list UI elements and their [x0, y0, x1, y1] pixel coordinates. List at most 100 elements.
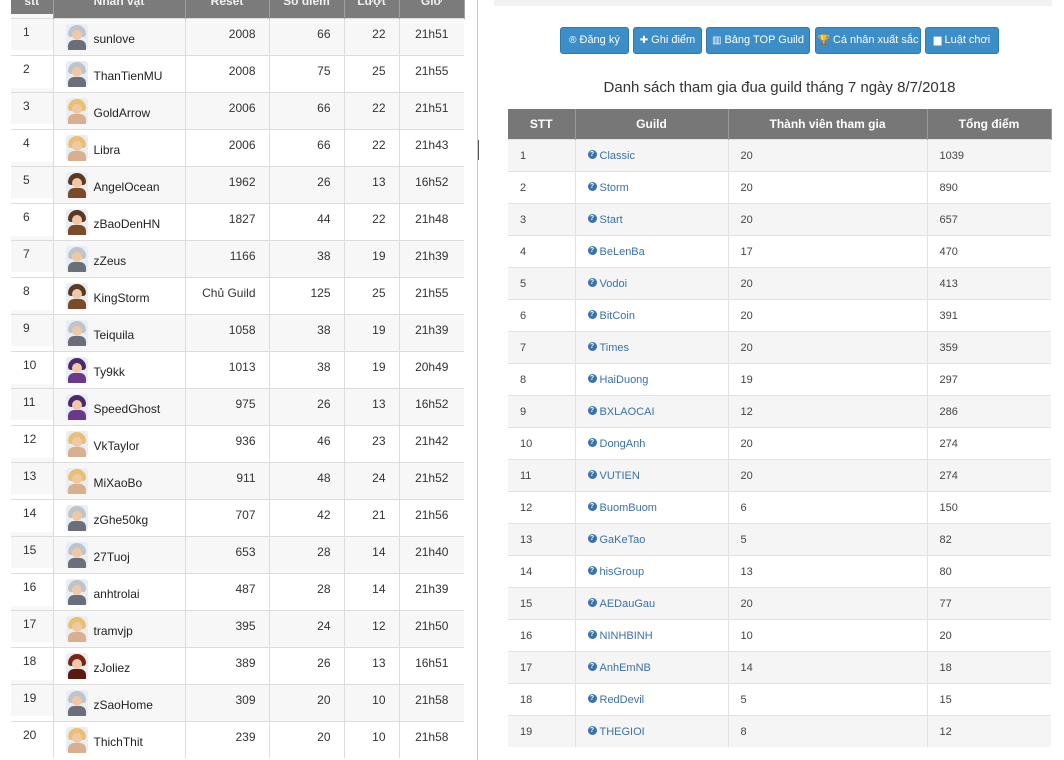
guild-name-cell[interactable]: ? HaiDuong	[575, 363, 729, 396]
reset-cell: 936	[185, 425, 270, 463]
character-cell[interactable]: GoldArrow	[53, 92, 186, 130]
guild-name-link[interactable]: BXLAOCAI	[600, 406, 655, 418]
character-cell[interactable]: tramvjp	[53, 610, 186, 648]
question-circle-icon[interactable]: ?	[587, 630, 597, 640]
guild-total: 657	[927, 203, 1051, 236]
guild-name-link[interactable]: BuomBuom	[600, 502, 657, 514]
guild-name-link[interactable]: BeLenBa	[600, 246, 645, 258]
guild-stt: 19	[508, 715, 576, 747]
question-circle-icon[interactable]: ?	[587, 598, 597, 608]
question-circle-icon[interactable]: ?	[587, 342, 597, 352]
question-circle-icon[interactable]: ?	[587, 374, 597, 384]
guild-name-cell[interactable]: ? BitCoin	[575, 299, 729, 332]
guild-name-link[interactable]: AnhEmNB	[600, 662, 651, 674]
guild-name-link[interactable]: DongAnh	[600, 438, 646, 450]
guild-name-cell[interactable]: ? GaKeTao	[575, 523, 729, 556]
guild-name-cell[interactable]: ? NINHBINH	[575, 619, 729, 652]
character-cell[interactable]: KingStorm	[53, 277, 186, 315]
top-individual-button[interactable]: 🏆 Cá nhân xuất sắc	[815, 27, 921, 54]
register-button[interactable]: ® Đăng ký	[560, 27, 629, 54]
guild-name-link[interactable]: NINHBINH	[600, 630, 653, 642]
guild-name-cell[interactable]: ? BXLAOCAI	[575, 395, 729, 428]
character-name: 27Tuoj	[93, 550, 130, 564]
time-value: 21h51	[415, 101, 449, 115]
top-guild-button[interactable]: ▥ Bảng TOP Guild	[706, 27, 810, 54]
guild-name-link[interactable]: Storm	[600, 182, 629, 194]
question-circle-icon[interactable]: ?	[587, 662, 597, 672]
character-cell[interactable]: zGhe50kg	[53, 499, 186, 537]
time-value: 21h58	[415, 693, 449, 707]
score-cell: 20	[269, 721, 345, 758]
guild-name-link[interactable]: HaiDuong	[600, 374, 649, 386]
character-cell[interactable]: Teiquila	[53, 314, 186, 352]
question-circle-icon[interactable]: ?	[587, 406, 597, 416]
guild-stt: 14	[508, 555, 576, 588]
score-value: 38	[317, 249, 331, 263]
guild-name-link[interactable]: Vodoi	[600, 278, 628, 290]
guild-name-link[interactable]: hisGroup	[600, 566, 645, 578]
character-cell[interactable]: sunlove	[53, 18, 186, 56]
reset-value: 2006	[228, 138, 256, 152]
add-score-button[interactable]: ✚ Ghi điểm	[633, 27, 702, 54]
guild-name-cell[interactable]: ? Storm	[575, 171, 729, 204]
question-circle-icon[interactable]: ?	[587, 694, 597, 704]
row-stt: 7	[11, 235, 54, 273]
character-cell[interactable]: Libra	[53, 129, 186, 167]
guild-name-link[interactable]: Start	[600, 214, 623, 226]
guild-name-cell[interactable]: ? hisGroup	[575, 555, 729, 588]
guild-name-cell[interactable]: ? Start	[575, 203, 729, 236]
guild-name-cell[interactable]: ? Times	[575, 331, 729, 364]
character-cell[interactable]: zBaoDenHN	[53, 203, 186, 241]
guild-name-cell[interactable]: ? AEDauGau	[575, 587, 729, 620]
question-circle-icon[interactable]: ?	[587, 182, 597, 192]
score-value: 42	[317, 508, 331, 522]
guild-name-cell[interactable]: ? BuomBuom	[575, 491, 729, 524]
character-cell[interactable]: ThichThit	[53, 721, 186, 758]
character-cell[interactable]: 27Tuoj	[53, 536, 186, 574]
character-cell[interactable]: anhtrolai	[53, 573, 186, 611]
row-stt: 16	[11, 568, 54, 606]
character-cell[interactable]: ThanTienMU	[53, 55, 186, 93]
question-circle-icon[interactable]: ?	[587, 566, 597, 576]
question-circle-icon[interactable]: ?	[587, 438, 597, 448]
guild-name-cell[interactable]: ? Classic	[575, 139, 729, 172]
character-cell[interactable]: Ty9kk	[53, 351, 186, 389]
guild-name-cell[interactable]: ? VUTIEN	[575, 459, 729, 492]
character-cell[interactable]: VkTaylor	[53, 425, 186, 463]
question-circle-icon[interactable]: ?	[587, 502, 597, 512]
rules-button[interactable]: ▆ Luật chơi	[925, 27, 999, 54]
guild-name-cell[interactable]: ? Vodoi	[575, 267, 729, 300]
guild-name-link[interactable]: Classic	[600, 150, 635, 162]
character-cell[interactable]: zSaoHome	[53, 684, 186, 722]
guild-name-link[interactable]: VUTIEN	[600, 470, 640, 482]
question-circle-icon[interactable]: ?	[587, 534, 597, 544]
reset-cell: 653	[185, 536, 270, 574]
score-value: 125	[310, 286, 331, 300]
character-cell[interactable]: SpeedGhost	[53, 388, 186, 426]
character-cell[interactable]: MiXaoBo	[53, 462, 186, 500]
question-circle-icon[interactable]: ?	[587, 246, 597, 256]
guild-name-link[interactable]: THEGIOI	[600, 726, 645, 738]
question-circle-icon[interactable]: ?	[587, 150, 597, 160]
guild-name-cell[interactable]: ? AnhEmNB	[575, 651, 729, 684]
guild-name-link[interactable]: BitCoin	[600, 310, 635, 322]
guild-name-link[interactable]: Times	[600, 342, 630, 354]
guild-name-link[interactable]: GaKeTao	[600, 534, 646, 546]
row-stt: 20	[11, 716, 54, 753]
score-value: 66	[317, 101, 331, 115]
question-circle-icon[interactable]: ?	[587, 470, 597, 480]
reset-cell: 1166	[185, 240, 270, 278]
question-circle-icon[interactable]: ?	[587, 278, 597, 288]
guild-name-cell[interactable]: ? THEGIOI	[575, 715, 729, 747]
question-circle-icon[interactable]: ?	[587, 214, 597, 224]
question-circle-icon[interactable]: ?	[587, 310, 597, 320]
character-cell[interactable]: AngelOcean	[53, 166, 186, 204]
question-circle-icon[interactable]: ?	[587, 726, 597, 736]
character-cell[interactable]: zJoliez	[53, 647, 186, 685]
guild-name-cell[interactable]: ? BeLenBa	[575, 235, 729, 268]
guild-name-cell[interactable]: ? DongAnh	[575, 427, 729, 460]
guild-name-link[interactable]: AEDauGau	[600, 598, 656, 610]
guild-name-link[interactable]: RedDevil	[600, 694, 645, 706]
guild-name-cell[interactable]: ? RedDevil	[575, 683, 729, 716]
character-cell[interactable]: zZeus	[53, 240, 186, 278]
